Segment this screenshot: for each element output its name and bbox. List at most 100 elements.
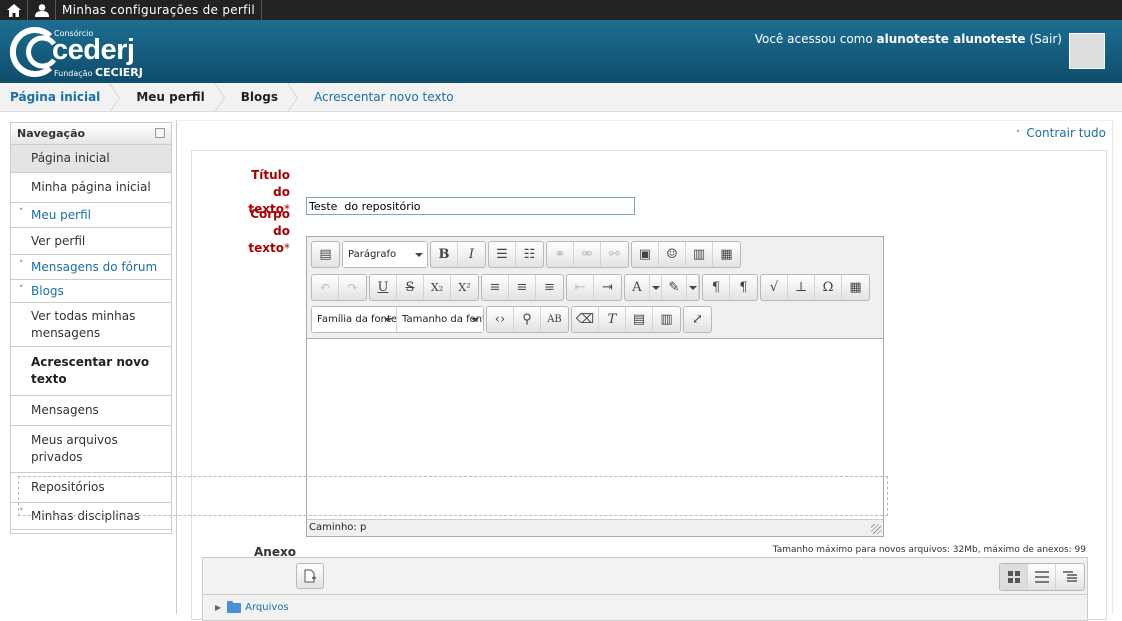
html-code-icon[interactable]: ‹›: [487, 307, 514, 332]
icon-view-icon[interactable]: [1000, 564, 1028, 590]
numbered-list-icon[interactable]: ☷: [516, 242, 543, 267]
user-icon: [34, 3, 49, 17]
bold-icon[interactable]: B: [431, 242, 458, 267]
home-icon: [6, 3, 21, 17]
nav-item-view-profile[interactable]: Ver perfil: [11, 228, 171, 255]
nav-item-my-home[interactable]: Minha página inicial: [11, 173, 171, 203]
nav-item-private-files[interactable]: Meus arquivos privados: [11, 426, 171, 473]
superscript-icon[interactable]: X²: [451, 275, 478, 300]
add-file-icon: [304, 569, 316, 583]
block-collapse-icon[interactable]: [155, 128, 165, 138]
resize-handle-icon[interactable]: [871, 524, 881, 534]
toolbar-group: Família da fonte Tamanho da fonte: [311, 306, 484, 333]
general-fieldset: Título do texto* Corpo do texto* ▤ Parág…: [191, 150, 1107, 621]
underline-icon[interactable]: U: [370, 275, 397, 300]
home-button[interactable]: [0, 0, 28, 20]
breadcrumb-blogs[interactable]: Blogs: [241, 83, 278, 112]
expand-caret-icon: ˅: [19, 285, 24, 295]
align-center-icon[interactable]: ≡: [509, 275, 536, 300]
nav-item-messages[interactable]: Mensagens: [11, 396, 171, 426]
file-drop-zone[interactable]: [18, 476, 888, 516]
add-file-button[interactable]: [296, 563, 324, 589]
rtl-icon[interactable]: ¶: [730, 275, 757, 300]
nav-item-forum-posts[interactable]: ˃ Mensagens do fórum: [11, 255, 171, 280]
equation-icon[interactable]: √: [761, 275, 788, 300]
emoticon-icon[interactable]: ☺: [659, 242, 686, 267]
avatar[interactable]: [1069, 33, 1105, 69]
expand-triangle-icon[interactable]: ▶: [215, 603, 221, 612]
toolbar-group: ⚭ ⚮ ⚯: [546, 241, 629, 268]
editor-status-bar: Caminho: p: [307, 519, 883, 536]
manage-files-icon[interactable]: ▦: [713, 242, 740, 267]
search-replace-icon[interactable]: ⚲: [514, 307, 541, 332]
breadcrumb-add-entry[interactable]: Acrescentar novo texto: [314, 83, 454, 112]
toolbar-group: ▣ ☺ ▥ ▦: [631, 241, 741, 268]
fullscreen-icon[interactable]: ⤢: [684, 307, 711, 332]
indent-icon[interactable]: ⇥: [594, 275, 621, 300]
toolbar-group: B I: [430, 241, 486, 268]
cleanup-icon[interactable]: ⌫: [572, 307, 599, 332]
background-color-icon[interactable]: ✎: [662, 275, 687, 300]
paste-text-icon[interactable]: ▤: [626, 307, 653, 332]
nav-item-label: Blogs: [31, 283, 64, 298]
editor-toolbar-row-3: Família da fonte Tamanho da fonte ‹› ⚲ A…: [311, 306, 714, 333]
title-input[interactable]: [306, 197, 635, 215]
bullet-list-icon[interactable]: ☰: [489, 242, 516, 267]
nav-item-home[interactable]: Página inicial: [11, 145, 171, 173]
moodle-link-icon[interactable]: ⚯: [601, 242, 628, 267]
insert-nonbreaking-icon[interactable]: ⊥: [788, 275, 815, 300]
font-family-select[interactable]: Família da fonte: [312, 307, 397, 332]
navigation-title: Navegação: [17, 127, 86, 140]
image-icon[interactable]: ▣: [632, 242, 659, 267]
align-left-icon[interactable]: ≡: [482, 275, 509, 300]
login-user-link[interactable]: alunoteste alunoteste: [877, 32, 1026, 46]
background-color-dropdown[interactable]: [687, 275, 699, 300]
clear-formatting-icon[interactable]: T: [599, 307, 626, 332]
paste-word-icon[interactable]: ▥: [653, 307, 680, 332]
table-icon[interactable]: ▦: [842, 275, 869, 300]
list-view-icon[interactable]: [1028, 564, 1056, 590]
font-size-select[interactable]: Tamanho da fonte: [397, 307, 483, 332]
format-select[interactable]: Parágrafo: [343, 242, 427, 267]
required-icon: *: [284, 241, 290, 255]
expand-caret-icon: ˅: [19, 208, 24, 218]
text-color-icon[interactable]: A: [625, 275, 650, 300]
nav-item-my-profile[interactable]: ˅ Meu perfil: [11, 203, 171, 228]
ltr-icon[interactable]: ¶: [703, 275, 730, 300]
toolbar-group: U S X₂ X²: [369, 274, 479, 301]
nav-item-view-all-entries[interactable]: Ver todas minhas mensagens: [11, 303, 171, 347]
breadcrumb-my-profile[interactable]: Meu perfil: [136, 83, 204, 112]
redo-icon[interactable]: ↷: [339, 275, 366, 300]
nav-item-blogs[interactable]: ˅ Blogs: [11, 280, 171, 303]
tree-view-icon[interactable]: [1056, 564, 1084, 590]
editor-path: Caminho: p: [309, 522, 367, 533]
nav-item-add-entry[interactable]: Acrescentar novo texto: [11, 347, 171, 396]
page-scrollbar[interactable]: [1112, 120, 1122, 614]
navigation-block: Navegação Página inicial Minha página in…: [10, 122, 172, 534]
undo-icon[interactable]: ↶: [312, 275, 339, 300]
logo-sub-name: CECIERJ: [95, 66, 143, 79]
cederj-logo[interactable]: Consórcio cederj Fundação CECIERJ: [2, 24, 147, 80]
toolbar-group: ⌫ T ▤ ▥: [571, 306, 681, 333]
user-menu-button[interactable]: [28, 0, 56, 20]
folder-link[interactable]: Arquivos: [245, 602, 289, 613]
spellcheck-icon[interactable]: AB: [541, 307, 568, 332]
outdent-icon[interactable]: ⇤: [567, 275, 594, 300]
breadcrumb: Página inicial Meu perfil Blogs Acrescen…: [0, 82, 1122, 112]
toolbar-toggle-icon[interactable]: ▤: [312, 242, 339, 267]
breadcrumb-home[interactable]: Página inicial: [10, 83, 100, 112]
editor-toolbar-row-1: ▤ Parágrafo B I ☰ ☷ ⚭ ⚮ ⚯ ▣ ☺ ▥ ▦: [311, 241, 743, 268]
top-bar: Minhas configurações de perfil: [0, 0, 1122, 20]
special-char-icon[interactable]: Ω: [815, 275, 842, 300]
text-color-dropdown[interactable]: [650, 275, 662, 300]
profile-settings-link[interactable]: Minhas configurações de perfil: [56, 0, 262, 20]
media-icon[interactable]: ▥: [686, 242, 713, 267]
subscript-icon[interactable]: X₂: [424, 275, 451, 300]
collapse-all-link[interactable]: ˅ Contrair tudo: [1016, 126, 1106, 140]
logout-link[interactable]: (Sair): [1029, 32, 1062, 46]
unlink-icon[interactable]: ⚮: [574, 242, 601, 267]
strikethrough-icon[interactable]: S: [397, 275, 424, 300]
link-icon[interactable]: ⚭: [547, 242, 574, 267]
align-right-icon[interactable]: ≡: [536, 275, 563, 300]
italic-icon[interactable]: I: [458, 242, 485, 267]
